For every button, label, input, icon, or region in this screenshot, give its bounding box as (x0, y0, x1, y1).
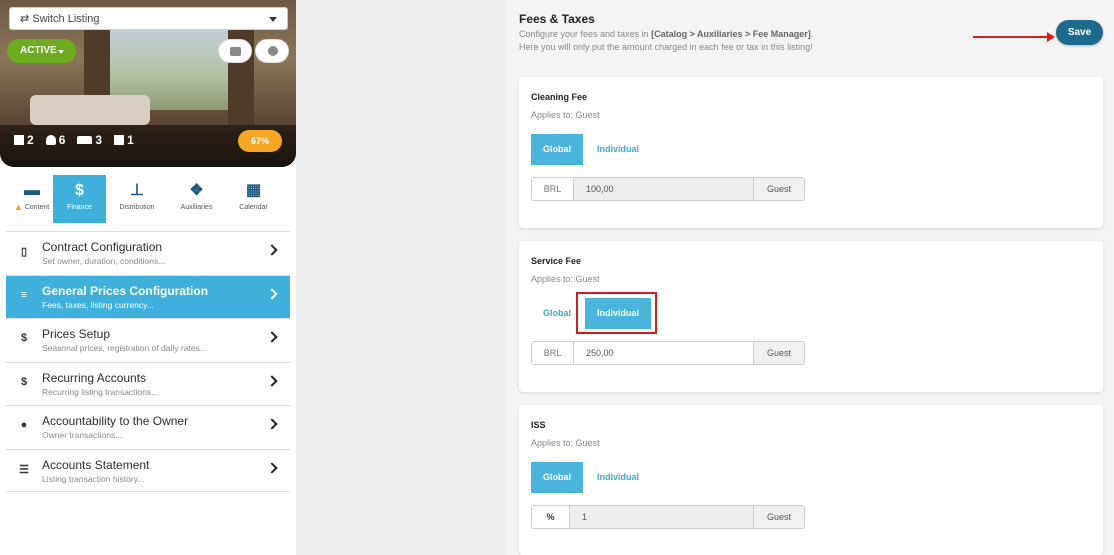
fee-title: ISS (531, 420, 546, 430)
status-label: ACTIVE (20, 45, 57, 56)
baths-count: 1 (127, 133, 134, 147)
menu-item-title: Prices Setup (42, 327, 111, 341)
fee-title: Service Fee (531, 256, 582, 266)
status-dropdown[interactable]: ACTIVE (7, 39, 76, 63)
tab-label: Finance (67, 204, 92, 211)
tab-distribution[interactable]: ⊥ Distribution (106, 175, 168, 223)
global-toggle[interactable]: Global (531, 462, 583, 493)
menu-item-subtitle: Recurring listing transactions... (42, 386, 159, 397)
applies-suffix: Guest (754, 506, 804, 528)
sliders-icon: ≡ (20, 288, 28, 301)
listing-stats: 2 6 3 1 (14, 133, 134, 147)
dollar-icon: $ (75, 182, 84, 199)
fee-card-iss: ISS Applies to: Guest Global Individual … (519, 405, 1103, 555)
applies-suffix: Guest (754, 178, 804, 200)
fee-amount-input[interactable]: 1 (570, 506, 754, 528)
applies-suffix: Guest (754, 342, 804, 364)
individual-toggle[interactable]: Individual (585, 134, 651, 165)
fee-applies-to: Applies to: Guest (531, 274, 600, 284)
menu-item-subtitle: Owner transactions... (42, 430, 123, 440)
units-count: 2 (27, 133, 34, 147)
listing-photo: ⇄ Switch Listing ACTIVE 2 6 3 1 67% (0, 0, 296, 167)
fee-applies-to: Applies to: Guest (531, 438, 600, 448)
description-text: Configure your fees and taxes in (519, 29, 652, 39)
completion-badge: 67% (238, 130, 282, 152)
caret-down-icon (58, 50, 64, 54)
camera-button[interactable] (218, 39, 252, 63)
fee-amount-group: BRL 100,00 Guest (531, 177, 805, 201)
warning-icon: ▲ (14, 202, 23, 212)
switch-listing-label: ⇄ Switch Listing (20, 13, 100, 25)
menu-item-title: General Prices Configuration (42, 283, 209, 298)
user-icon: ● (20, 419, 28, 431)
menu-item-accounts-statement[interactable]: ☰ Accounts Statement Listing transaction… (6, 448, 290, 492)
fee-applies-to: Applies to: Guest (531, 110, 600, 120)
tab-label: Distribution (119, 204, 155, 211)
calendar-icon: ▦ (245, 182, 262, 199)
individual-toggle[interactable]: Individual (585, 462, 651, 493)
camera-icon (230, 47, 241, 56)
percent-prefix: % (532, 506, 570, 528)
main-panel: Fees & Taxes Configure your fees and tax… (507, 0, 1114, 555)
sitemap-icon: ⊥ (130, 182, 144, 199)
globe-icon (268, 46, 278, 56)
description-text-end: . (810, 29, 814, 39)
tab-calendar[interactable]: ▦ Calendar (225, 175, 282, 223)
fee-amount-group: BRL 250,00 Guest (531, 341, 805, 365)
tab-label: Calendar (239, 204, 268, 211)
sidebar: ⇄ Switch Listing ACTIVE 2 6 3 1 67% ▬ ▲ … (0, 0, 296, 555)
currency-prefix: BRL (532, 342, 574, 364)
user-icon (45, 135, 56, 145)
menu-item-contract-configuration[interactable]: ▯ Contract Configuration Set owner, dura… (6, 231, 290, 275)
page-description-note: Here you will only put the amount charge… (519, 42, 813, 52)
page-title: Fees & Taxes (519, 12, 595, 26)
currency-prefix: BRL (532, 178, 574, 200)
menu-item-prices-setup[interactable]: $ Prices Setup Seasonal prices, registra… (6, 318, 290, 362)
fee-amount-group: % 1 Guest (531, 505, 805, 529)
menu-item-recurring-accounts[interactable]: $ Recurring Accounts Recurring listing t… (6, 361, 290, 406)
menu-item-title: Accounts Statement (42, 457, 150, 472)
caret-down-icon (269, 17, 277, 22)
fee-amount-input[interactable]: 100,00 (574, 178, 754, 200)
bath-icon (114, 135, 125, 145)
finance-menu: ▯ Contract Configuration Set owner, dura… (6, 231, 290, 492)
switch-listing-dropdown[interactable]: ⇄ Switch Listing (9, 7, 288, 30)
menu-item-title: Accountability to the Owner (42, 414, 189, 428)
section-tabs: ▬ ▲ Content $ Finance ⊥ Distribution ❖ A… (0, 175, 296, 223)
menu-item-title: Contract Configuration (42, 240, 163, 254)
tab-label: Auxiliaries (180, 204, 213, 211)
tab-content[interactable]: ▬ ▲ Content (11, 175, 53, 223)
fee-manager-path: [Catalog > Auxiliaries > Fee Manager] (651, 29, 811, 39)
dollar-icon: $ (20, 375, 28, 388)
bed-icon: ▬ (24, 182, 40, 199)
dollar-icon: $ (20, 332, 28, 344)
list-icon: ☰ (19, 463, 29, 476)
cubes-icon: ❖ (189, 182, 204, 199)
bed-icon (77, 136, 93, 144)
page-description: Configure your fees and taxes in [Catalo… (519, 29, 813, 39)
menu-item-subtitle: Set owner, duration, conditions... (42, 256, 166, 266)
fee-card-cleaning: Cleaning Fee Applies to: Guest Global In… (519, 77, 1103, 228)
menu-item-subtitle: Fees, taxes, listing currency... (42, 299, 154, 310)
fee-card-service: Service Fee Applies to: Guest Global Ind… (519, 241, 1103, 392)
guests-count: 6 (58, 133, 66, 147)
globe-button[interactable] (255, 39, 289, 63)
fee-title: Cleaning Fee (531, 92, 588, 102)
save-button[interactable]: Save (1056, 20, 1103, 45)
menu-item-accountability-to-owner[interactable]: ● Accountability to the Owner Owner tran… (6, 405, 290, 449)
menu-item-subtitle: Seasonal prices, registration of daily r… (42, 343, 207, 353)
menu-item-general-prices-configuration[interactable]: ≡ General Prices Configuration Fees, tax… (6, 274, 290, 318)
tab-auxiliaries[interactable]: ❖ Auxiliaries (168, 175, 225, 223)
document-icon: ▯ (20, 246, 28, 258)
annotation-arrow (973, 32, 1055, 42)
menu-item-subtitle: Listing transaction history... (42, 473, 145, 484)
tab-finance[interactable]: $ Finance (53, 175, 106, 223)
menu-item-title: Recurring Accounts (42, 370, 147, 385)
cube-icon (14, 135, 24, 145)
fee-amount-input[interactable]: 250,00 (574, 342, 754, 364)
annotation-highlight-box (576, 292, 657, 334)
beds-count: 3 (95, 133, 103, 147)
global-toggle[interactable]: Global (531, 134, 583, 165)
